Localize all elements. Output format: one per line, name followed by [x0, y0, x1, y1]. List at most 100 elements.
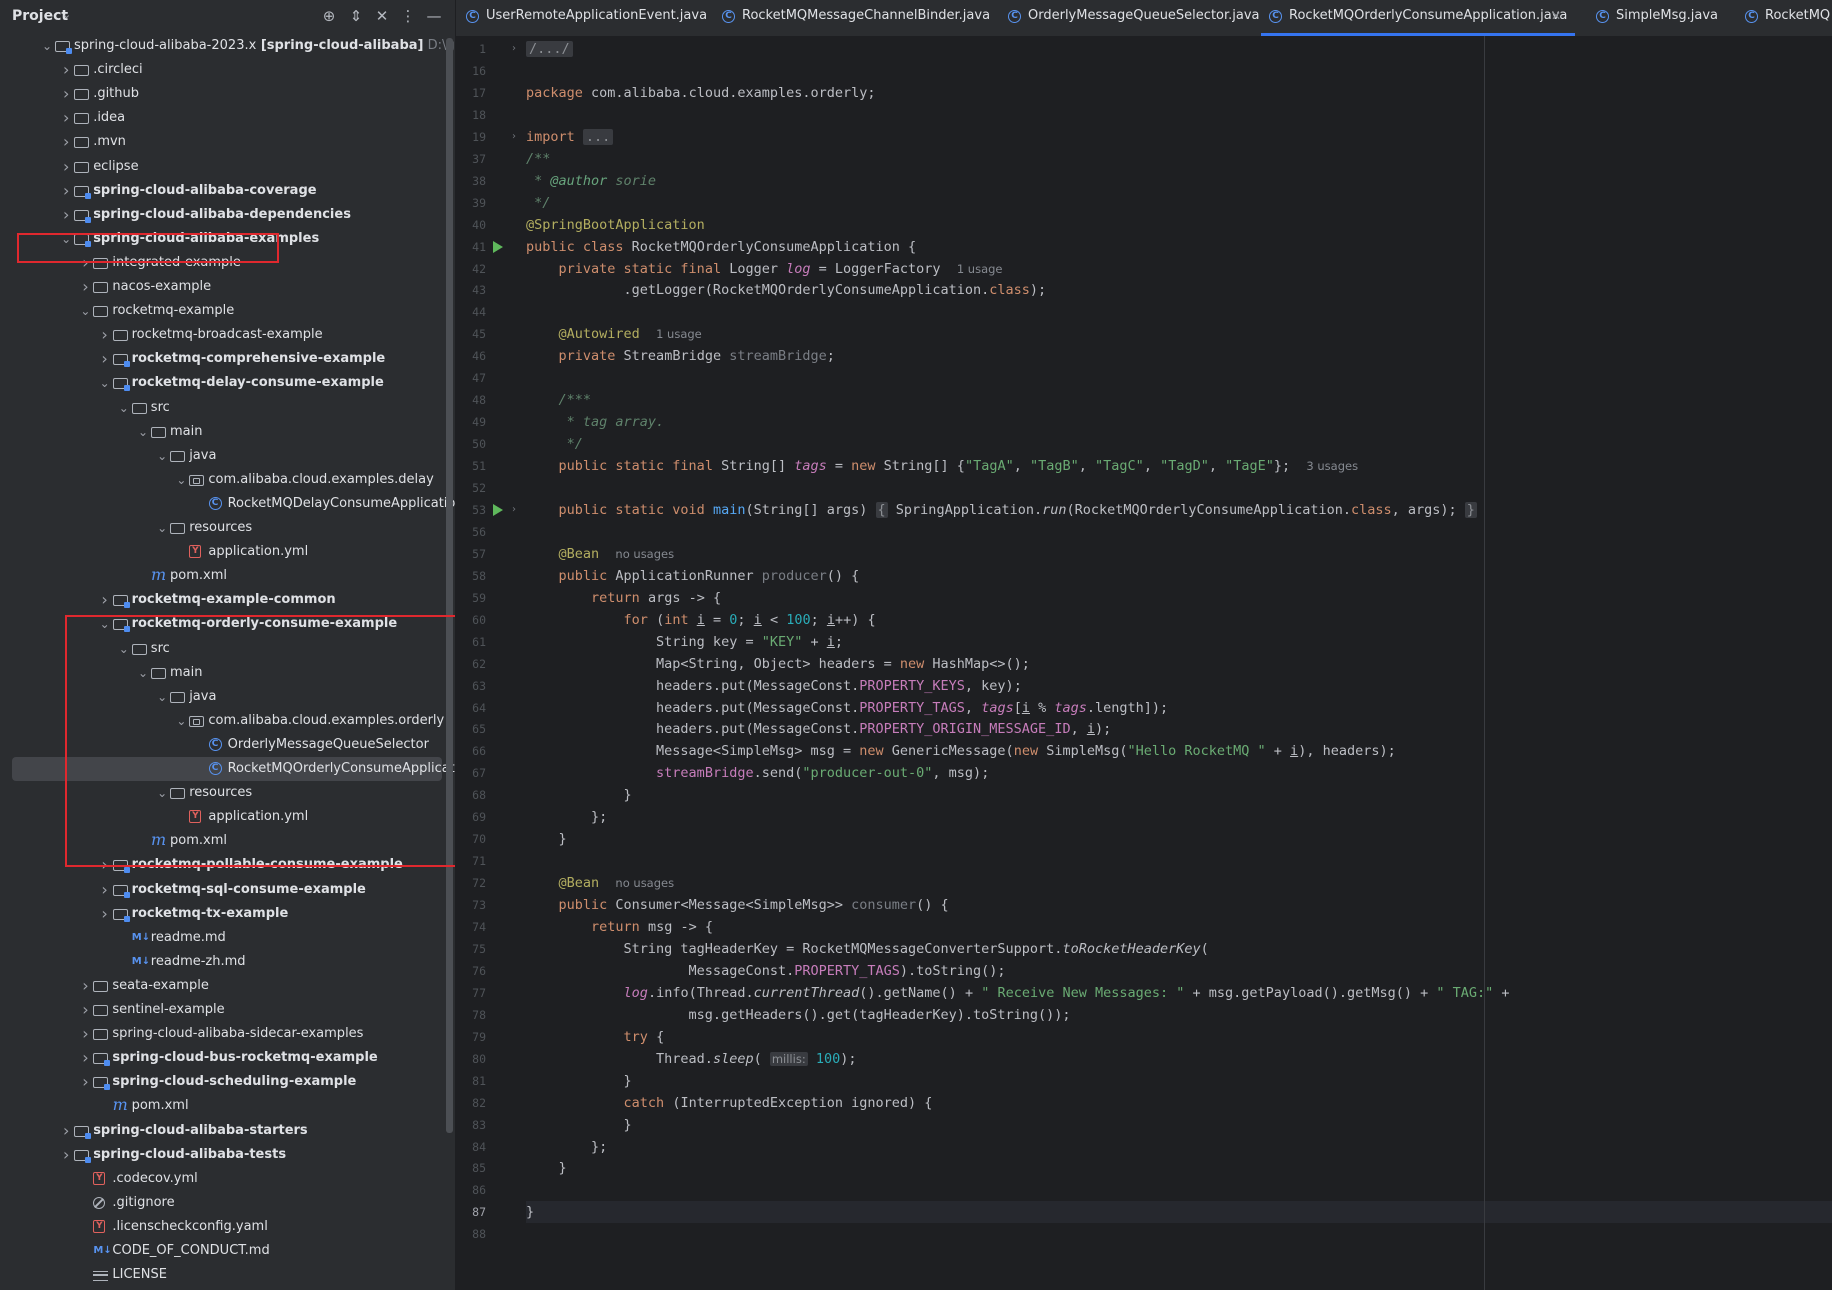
fold-chevron-icon[interactable]: ›	[512, 38, 516, 60]
locate-icon[interactable]: ⊕	[319, 6, 339, 26]
tree-item[interactable]: › .idea	[0, 106, 455, 130]
code-line[interactable]: /***	[526, 389, 592, 411]
tree-item[interactable]: › .circleci	[0, 58, 455, 82]
code-line[interactable]: package com.alibaba.cloud.examples.order…	[526, 82, 876, 104]
collapse-all-icon[interactable]: ✕	[372, 6, 392, 26]
chevron-right-icon[interactable]: ›	[59, 179, 73, 203]
code-line[interactable]: try {	[526, 1026, 665, 1048]
tree-item[interactable]: › spring-cloud-bus-rocketmq-example	[0, 1046, 455, 1070]
code-line[interactable]: .getLogger(RocketMQOrderlyConsumeApplica…	[526, 279, 1047, 301]
chevron-right-icon[interactable]: ›	[98, 347, 112, 371]
tree-item[interactable]: › spring-cloud-alibaba-coverage	[0, 179, 455, 203]
tree-item[interactable]: ⌄ com.alibaba.cloud.examples.delay	[0, 468, 455, 492]
chevron-down-icon[interactable]: ⌄	[155, 444, 169, 468]
project-view-selector[interactable]: Project	[12, 8, 68, 24]
tree-item[interactable]: .gitignore	[0, 1191, 455, 1215]
tree-item[interactable]: › spring-cloud-scheduling-example	[0, 1070, 455, 1094]
code-line[interactable]: /**	[526, 148, 550, 170]
code-line[interactable]: headers.put(MessageConst.PROPERTY_KEYS, …	[526, 675, 1022, 697]
fold-chevron-icon[interactable]: ›	[512, 126, 516, 148]
code-line[interactable]: }	[526, 1157, 567, 1179]
tree-item[interactable]: Y .licenscheckconfig.yaml	[0, 1215, 455, 1239]
code-line[interactable]: catch (InterruptedException ignored) {	[526, 1092, 933, 1114]
tree-scrollbar[interactable]	[446, 38, 453, 1133]
code-line[interactable]: }	[526, 784, 632, 806]
run-gutter-icon[interactable]	[493, 240, 503, 253]
chevron-down-icon[interactable]: ⌄	[155, 516, 169, 540]
code-line[interactable]: @Autowired 1 usage	[526, 323, 702, 345]
tab-active[interactable]: C RocketMQOrderlyConsumeApplication.java ✕	[1261, 0, 1575, 36]
chevron-right-icon[interactable]: ›	[59, 155, 73, 179]
chevron-right-icon[interactable]: ›	[78, 1022, 92, 1046]
chevron-right-icon[interactable]: ›	[98, 878, 112, 902]
tree-item[interactable]: › .mvn	[0, 130, 455, 154]
close-tab-icon[interactable]: ✕	[1551, 0, 1561, 32]
tree-item[interactable]: LICENSE	[0, 1263, 455, 1287]
code-line[interactable]: }	[526, 1114, 632, 1136]
tree-item[interactable]: ⌄ resources	[0, 516, 455, 540]
fold-chevron-icon[interactable]: ›	[512, 499, 516, 521]
chevron-right-icon[interactable]: ›	[78, 1046, 92, 1070]
code-line[interactable]: */	[526, 433, 583, 455]
chevron-right-icon[interactable]: ›	[59, 203, 73, 227]
tree-item[interactable]: › seata-example	[0, 974, 455, 998]
chevron-down-icon[interactable]: ⌄	[78, 299, 92, 323]
tree-item[interactable]: › rocketmq-broadcast-example	[0, 323, 455, 347]
code-line[interactable]: private StreamBridge streamBridge;	[526, 345, 835, 367]
code-line[interactable]: Thread.sleep( millis: 100);	[526, 1048, 856, 1070]
tree-item[interactable]: › nacos-example	[0, 275, 455, 299]
code-line[interactable]: headers.put(MessageConst.PROPERTY_ORIGIN…	[526, 718, 1111, 740]
tree-item[interactable]: › rocketmq-sql-consume-example	[0, 878, 455, 902]
chevron-right-icon[interactable]: ›	[59, 82, 73, 106]
tree-item[interactable]: › rocketmq-example-common	[0, 588, 455, 612]
chevron-right-icon[interactable]: ›	[78, 998, 92, 1022]
code-line[interactable]: }	[526, 1070, 632, 1092]
code-line[interactable]: String key = "KEY" + i;	[526, 631, 843, 653]
code-line[interactable]: public class RocketMQOrderlyConsumeAppli…	[526, 236, 916, 258]
tree-item[interactable]: ⌄ main	[0, 420, 455, 444]
code-line[interactable]: msg.getHeaders().get(tagHeaderKey).toStr…	[526, 1004, 1071, 1026]
tree-item[interactable]: Y .codecov.yml	[0, 1167, 455, 1191]
code-line[interactable]: Map<String, Object> headers = new HashMa…	[526, 653, 1030, 675]
expand-all-icon[interactable]: ⇕	[346, 6, 366, 26]
chevron-right-icon[interactable]: ›	[98, 588, 112, 612]
code-line[interactable]: public static final String[] tags = new …	[526, 455, 1359, 477]
tree-item[interactable]: › sentinel-example	[0, 998, 455, 1022]
options-menu-icon[interactable]: ⋮	[398, 6, 418, 26]
code-line[interactable]: @Bean no usages	[526, 872, 675, 894]
tree-item[interactable]: › .github	[0, 82, 455, 106]
run-gutter-icon[interactable]	[493, 503, 503, 516]
code-line[interactable]: Message<SimpleMsg> msg = new GenericMess…	[526, 740, 1396, 762]
tree-item[interactable]: ⌄ spring-cloud-alibaba-2023.x [spring-clo…	[0, 34, 455, 58]
code-line[interactable]: };	[526, 806, 607, 828]
tree-item[interactable]: › spring-cloud-alibaba-tests	[0, 1143, 455, 1167]
tree-item[interactable]: m pom.xml	[0, 1094, 455, 1118]
chevron-down-icon[interactable]: ⌄	[136, 420, 150, 444]
code-line[interactable]: public static void main(String[] args) {…	[526, 499, 1477, 521]
code-line[interactable]: /.../	[526, 38, 573, 60]
code-line[interactable]: }	[526, 828, 567, 850]
tree-item[interactable]: ⌄ rocketmq-delay-consume-example	[0, 371, 455, 395]
chevron-right-icon[interactable]: ›	[98, 323, 112, 347]
chevron-right-icon[interactable]: ›	[78, 275, 92, 299]
code-line[interactable]: headers.put(MessageConst.PROPERTY_TAGS, …	[526, 697, 1168, 719]
code-editor[interactable]: /.../ package com.alibaba.cloud.examples.…	[526, 36, 1832, 1290]
code-line[interactable]: streamBridge.send("producer-out-0", msg)…	[526, 762, 989, 784]
code-line[interactable]: }	[526, 1201, 1832, 1224]
hide-panel-icon[interactable]: —	[424, 6, 444, 26]
chevron-down-icon[interactable]: ⌄	[62, 8, 71, 21]
code-line[interactable]: log.info(Thread.currentThread().getName(…	[526, 982, 1510, 1004]
code-line[interactable]: MessageConst.PROPERTY_TAGS).toString();	[526, 960, 1006, 982]
chevron-down-icon[interactable]: ⌄	[174, 468, 188, 492]
code-line[interactable]: @SpringBootApplication	[526, 214, 705, 236]
chevron-right-icon[interactable]: ›	[59, 1119, 73, 1143]
code-line[interactable]: public ApplicationRunner producer() {	[526, 565, 860, 587]
tree-item[interactable]: ⌄ rocketmq-example	[0, 299, 455, 323]
tree-item[interactable]: M↓ readme.md	[0, 926, 455, 950]
chevron-right-icon[interactable]: ›	[78, 974, 92, 998]
code-line[interactable]: * @author sorie	[526, 170, 656, 192]
chevron-right-icon[interactable]: ›	[78, 1070, 92, 1094]
tree-item[interactable]: M↓ readme-zh.md	[0, 950, 455, 974]
chevron-right-icon[interactable]: ›	[98, 902, 112, 926]
tree-item[interactable]: › rocketmq-comprehensive-example	[0, 347, 455, 371]
